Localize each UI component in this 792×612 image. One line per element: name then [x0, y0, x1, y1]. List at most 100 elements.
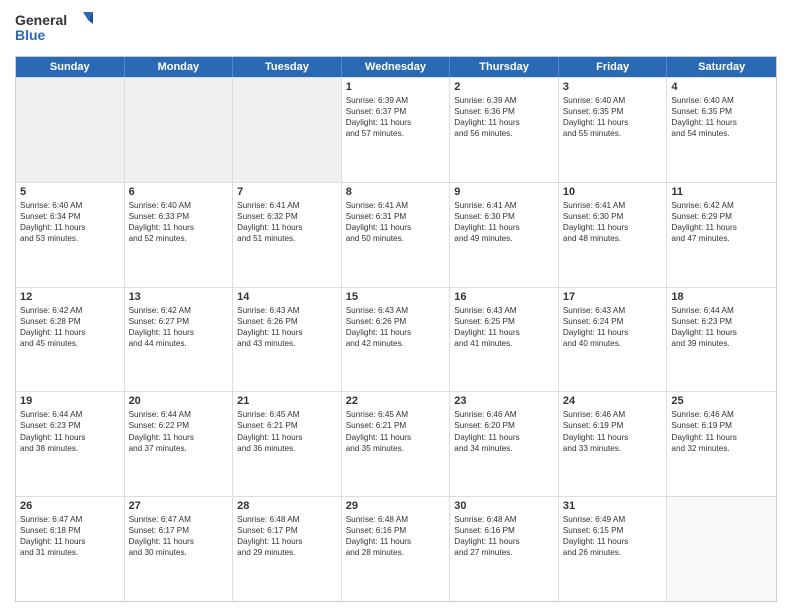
cell-info-line: Sunrise: 6:47 AM — [20, 514, 120, 525]
cell-info-line: Sunrise: 6:40 AM — [563, 95, 663, 106]
day-cell-8: 8Sunrise: 6:41 AMSunset: 6:31 PMDaylight… — [342, 183, 451, 287]
cell-info-line: Daylight: 11 hours — [671, 117, 772, 128]
day-number: 20 — [129, 395, 229, 407]
cell-info-line: and 53 minutes. — [20, 233, 120, 244]
cell-info-line: and 37 minutes. — [129, 443, 229, 454]
day-number: 4 — [671, 81, 772, 93]
cell-info-line: Sunrise: 6:45 AM — [346, 409, 446, 420]
cell-info-line: and 42 minutes. — [346, 338, 446, 349]
cell-info-line: Sunrise: 6:44 AM — [20, 409, 120, 420]
cell-info-line: Sunrise: 6:48 AM — [454, 514, 554, 525]
day-cell-26: 26Sunrise: 6:47 AMSunset: 6:18 PMDayligh… — [16, 497, 125, 601]
cell-info-line: Sunrise: 6:41 AM — [237, 200, 337, 211]
cell-info-line: Daylight: 11 hours — [563, 222, 663, 233]
cell-info-line: Daylight: 11 hours — [20, 327, 120, 338]
day-number: 30 — [454, 500, 554, 512]
cell-info-line: and 47 minutes. — [671, 233, 772, 244]
cell-info-line: and 29 minutes. — [237, 547, 337, 558]
cell-info-line: Daylight: 11 hours — [563, 327, 663, 338]
empty-cell — [233, 78, 342, 182]
cell-info-line: Sunrise: 6:47 AM — [129, 514, 229, 525]
cell-info-line: Daylight: 11 hours — [237, 536, 337, 547]
cell-info-line: Sunset: 6:34 PM — [20, 211, 120, 222]
cell-info-line: Sunrise: 6:40 AM — [129, 200, 229, 211]
cell-info-line: Sunset: 6:30 PM — [563, 211, 663, 222]
day-number: 7 — [237, 186, 337, 198]
day-number: 15 — [346, 291, 446, 303]
cell-info-line: Sunrise: 6:43 AM — [346, 305, 446, 316]
cell-info-line: Sunset: 6:19 PM — [671, 420, 772, 431]
cell-info-line: Daylight: 11 hours — [454, 432, 554, 443]
calendar-week-3: 12Sunrise: 6:42 AMSunset: 6:28 PMDayligh… — [16, 287, 776, 392]
cell-info-line: Sunset: 6:32 PM — [237, 211, 337, 222]
cell-info-line: and 40 minutes. — [563, 338, 663, 349]
cell-info-line: Daylight: 11 hours — [346, 117, 446, 128]
logo: General Blue — [15, 10, 95, 48]
cell-info-line: and 54 minutes. — [671, 128, 772, 139]
day-number: 13 — [129, 291, 229, 303]
day-cell-17: 17Sunrise: 6:43 AMSunset: 6:24 PMDayligh… — [559, 288, 668, 392]
day-cell-13: 13Sunrise: 6:42 AMSunset: 6:27 PMDayligh… — [125, 288, 234, 392]
cell-info-line: Sunset: 6:20 PM — [454, 420, 554, 431]
day-cell-24: 24Sunrise: 6:46 AMSunset: 6:19 PMDayligh… — [559, 392, 668, 496]
cell-info-line: Sunset: 6:27 PM — [129, 316, 229, 327]
day-number: 14 — [237, 291, 337, 303]
cell-info-line: and 49 minutes. — [454, 233, 554, 244]
cell-info-line: Daylight: 11 hours — [671, 432, 772, 443]
day-number: 6 — [129, 186, 229, 198]
cell-info-line: Daylight: 11 hours — [346, 327, 446, 338]
day-cell-31: 31Sunrise: 6:49 AMSunset: 6:15 PMDayligh… — [559, 497, 668, 601]
cell-info-line: Sunrise: 6:43 AM — [237, 305, 337, 316]
cell-info-line: Sunrise: 6:48 AM — [237, 514, 337, 525]
cell-info-line: Daylight: 11 hours — [237, 327, 337, 338]
logo-icon: General Blue — [15, 10, 95, 48]
day-number: 11 — [671, 186, 772, 198]
cell-info-line: and 35 minutes. — [346, 443, 446, 454]
cell-info-line: Sunset: 6:19 PM — [563, 420, 663, 431]
cell-info-line: Sunset: 6:23 PM — [20, 420, 120, 431]
day-number: 23 — [454, 395, 554, 407]
cell-info-line: and 31 minutes. — [20, 547, 120, 558]
day-cell-5: 5Sunrise: 6:40 AMSunset: 6:34 PMDaylight… — [16, 183, 125, 287]
page: General Blue SundayMondayTuesdayWednesda… — [0, 0, 792, 612]
cell-info-line: Sunset: 6:33 PM — [129, 211, 229, 222]
cell-info-line: Sunrise: 6:44 AM — [671, 305, 772, 316]
cell-info-line: Daylight: 11 hours — [20, 432, 120, 443]
cell-info-line: Sunrise: 6:49 AM — [563, 514, 663, 525]
cell-info-line: Sunrise: 6:41 AM — [563, 200, 663, 211]
cell-info-line: and 41 minutes. — [454, 338, 554, 349]
day-header-tuesday: Tuesday — [233, 57, 342, 77]
cell-info-line: Sunset: 6:26 PM — [237, 316, 337, 327]
day-number: 5 — [20, 186, 120, 198]
cell-info-line: Daylight: 11 hours — [346, 222, 446, 233]
calendar-week-5: 26Sunrise: 6:47 AMSunset: 6:18 PMDayligh… — [16, 496, 776, 601]
cell-info-line: Sunset: 6:21 PM — [237, 420, 337, 431]
cell-info-line: and 36 minutes. — [237, 443, 337, 454]
day-number: 24 — [563, 395, 663, 407]
cell-info-line: and 44 minutes. — [129, 338, 229, 349]
cell-info-line: Sunset: 6:25 PM — [454, 316, 554, 327]
cell-info-line: Sunrise: 6:46 AM — [671, 409, 772, 420]
cell-info-line: Sunrise: 6:48 AM — [346, 514, 446, 525]
cell-info-line: Sunrise: 6:41 AM — [346, 200, 446, 211]
day-cell-10: 10Sunrise: 6:41 AMSunset: 6:30 PMDayligh… — [559, 183, 668, 287]
day-number: 29 — [346, 500, 446, 512]
calendar-week-4: 19Sunrise: 6:44 AMSunset: 6:23 PMDayligh… — [16, 391, 776, 496]
cell-info-line: Sunrise: 6:42 AM — [129, 305, 229, 316]
day-number: 9 — [454, 186, 554, 198]
cell-info-line: Daylight: 11 hours — [454, 117, 554, 128]
cell-info-line: Sunset: 6:28 PM — [20, 316, 120, 327]
day-number: 18 — [671, 291, 772, 303]
day-cell-30: 30Sunrise: 6:48 AMSunset: 6:16 PMDayligh… — [450, 497, 559, 601]
day-number: 12 — [20, 291, 120, 303]
cell-info-line: and 28 minutes. — [346, 547, 446, 558]
cell-info-line: and 26 minutes. — [563, 547, 663, 558]
day-cell-21: 21Sunrise: 6:45 AMSunset: 6:21 PMDayligh… — [233, 392, 342, 496]
cell-info-line: Sunset: 6:29 PM — [671, 211, 772, 222]
day-cell-27: 27Sunrise: 6:47 AMSunset: 6:17 PMDayligh… — [125, 497, 234, 601]
empty-cell — [125, 78, 234, 182]
cell-info-line: Sunrise: 6:46 AM — [454, 409, 554, 420]
day-header-saturday: Saturday — [667, 57, 776, 77]
cell-info-line: and 33 minutes. — [563, 443, 663, 454]
cell-info-line: Daylight: 11 hours — [20, 536, 120, 547]
